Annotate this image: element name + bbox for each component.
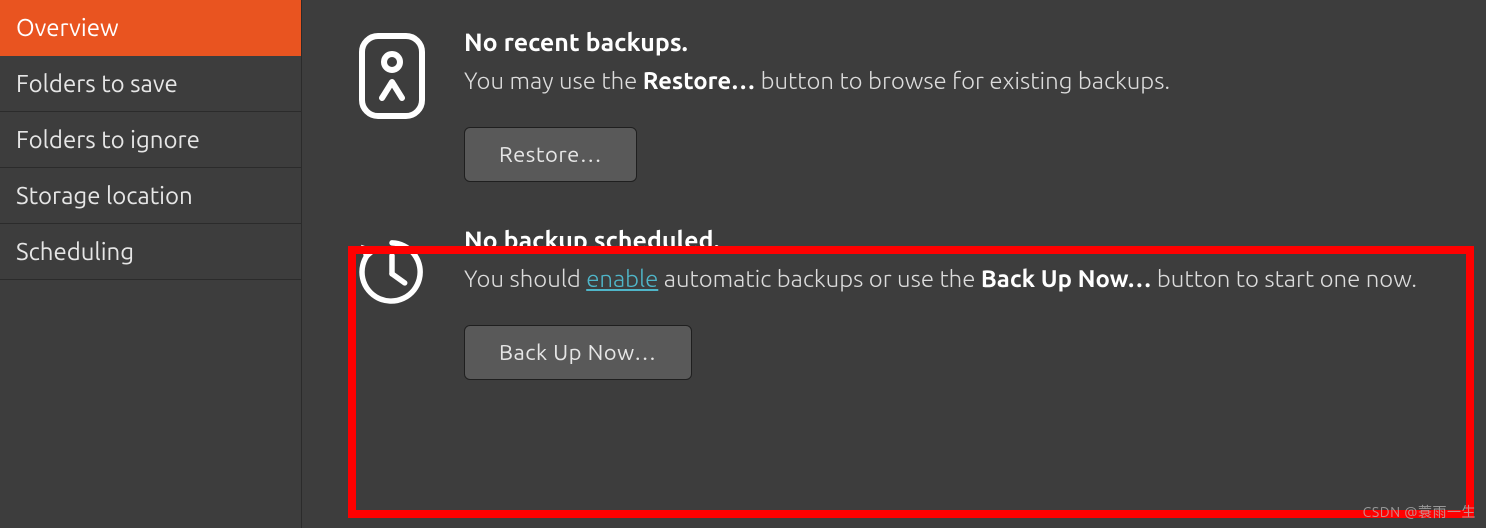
restore-heading: No recent backups. (464, 28, 1446, 56)
backup-desc-pre: You should (464, 265, 586, 292)
backup-desc: You should enable automatic backups or u… (464, 260, 1446, 297)
backup-desc-post: button to start one now. (1151, 265, 1417, 292)
sidebar-item-folders-to-ignore[interactable]: Folders to ignore (0, 112, 301, 168)
restore-desc-bold: Restore… (643, 67, 755, 94)
restore-desc-pre: You may use the (464, 67, 643, 94)
enable-link[interactable]: enable (586, 265, 658, 292)
sidebar-item-folders-to-save[interactable]: Folders to save (0, 56, 301, 112)
sidebar-item-scheduling[interactable]: Scheduling (0, 224, 301, 280)
backup-icon-col (352, 226, 432, 314)
sidebar-item-overview[interactable]: Overview (0, 0, 301, 56)
backup-desc-mid: automatic backups or use the (658, 265, 981, 292)
backup-text: No backup scheduled. You should enable a… (464, 226, 1446, 380)
restore-desc-post: button to browse for existing backups. (755, 67, 1170, 94)
backup-desc-bold: Back Up Now… (981, 265, 1152, 292)
restore-section: No recent backups. You may use the Resto… (352, 28, 1446, 182)
restore-icon-col (352, 28, 432, 120)
safe-icon (358, 32, 426, 120)
backup-heading: No backup scheduled. (464, 226, 1446, 254)
sidebar: Overview Folders to save Folders to igno… (0, 0, 302, 528)
content-pane: No recent backups. You may use the Resto… (302, 0, 1486, 528)
backup-now-button[interactable]: Back Up Now… (464, 325, 692, 380)
restore-button[interactable]: Restore… (464, 127, 637, 182)
clock-history-icon (352, 230, 432, 314)
restore-text: No recent backups. You may use the Resto… (464, 28, 1446, 182)
restore-desc: You may use the Restore… button to brows… (464, 62, 1446, 99)
sidebar-item-storage-location[interactable]: Storage location (0, 168, 301, 224)
backup-section: No backup scheduled. You should enable a… (352, 226, 1446, 380)
